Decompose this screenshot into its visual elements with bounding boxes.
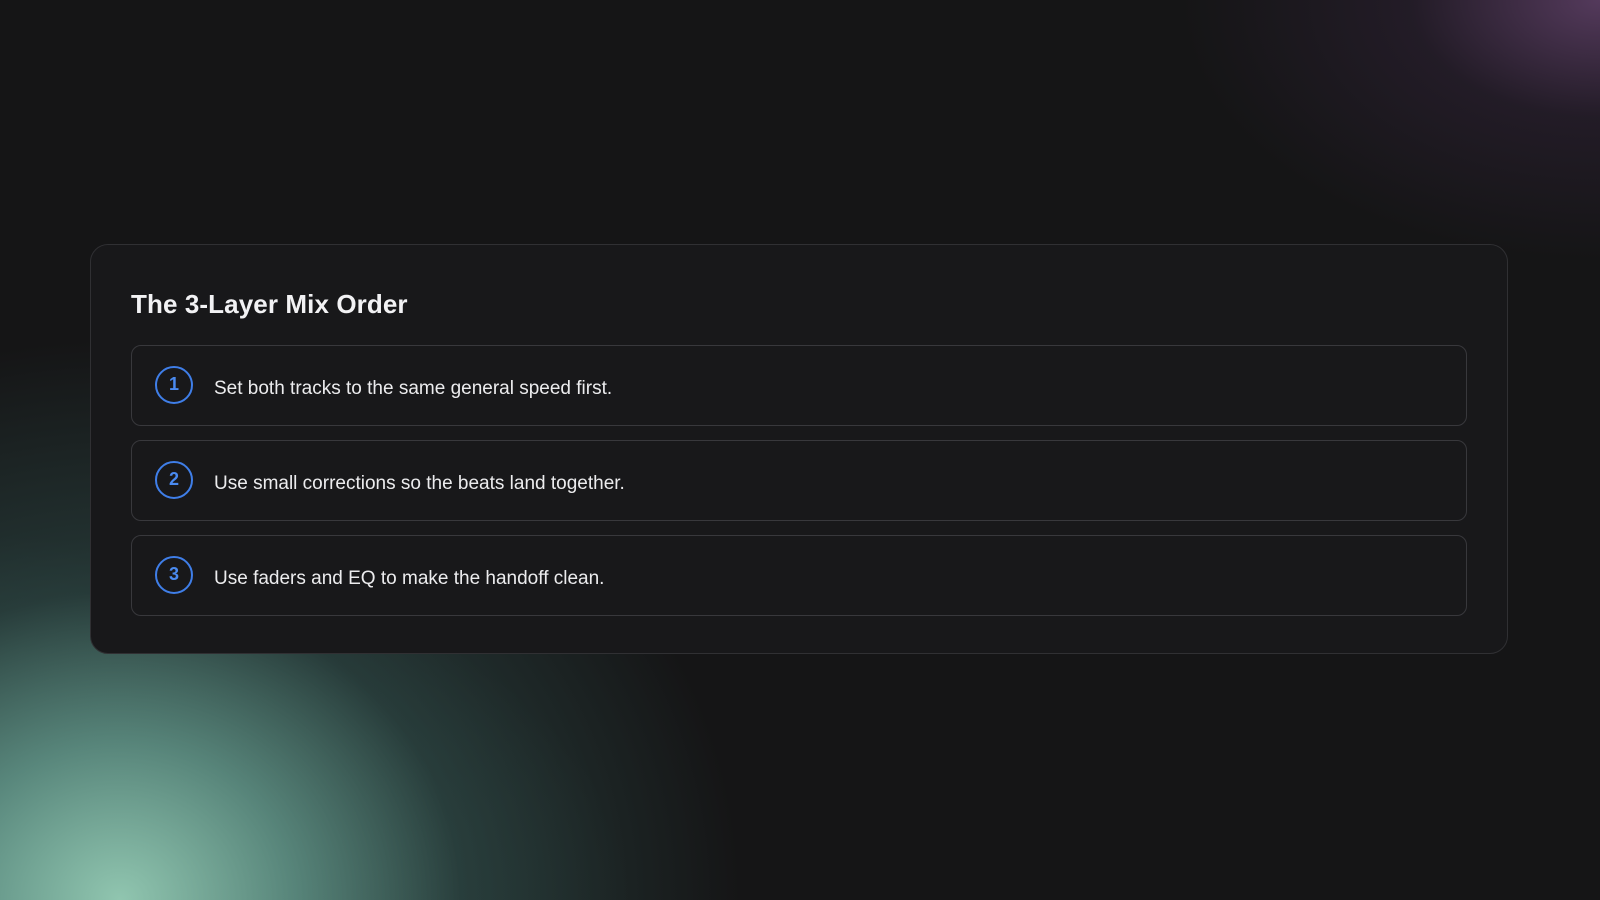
step-item-3: 3 Use faders and EQ to make the handoff … bbox=[131, 535, 1467, 616]
step-number-badge: 1 bbox=[155, 365, 193, 404]
steps-list: 1 Set both tracks to the same general sp… bbox=[131, 345, 1467, 616]
step-text: Use faders and EQ to make the handoff cl… bbox=[214, 567, 605, 589]
step-number-badge: 3 bbox=[155, 555, 193, 594]
step-text: Set both tracks to the same general spee… bbox=[214, 377, 613, 399]
mix-order-card: The 3-Layer Mix Order 1 Set both tracks … bbox=[90, 244, 1508, 654]
step-item-1: 1 Set both tracks to the same general sp… bbox=[131, 345, 1467, 426]
step-text: Use small corrections so the beats land … bbox=[214, 472, 625, 494]
step-number-badge: 2 bbox=[155, 460, 193, 499]
step-item-2: 2 Use small corrections so the beats lan… bbox=[131, 440, 1467, 521]
card-title: The 3-Layer Mix Order bbox=[131, 289, 408, 319]
